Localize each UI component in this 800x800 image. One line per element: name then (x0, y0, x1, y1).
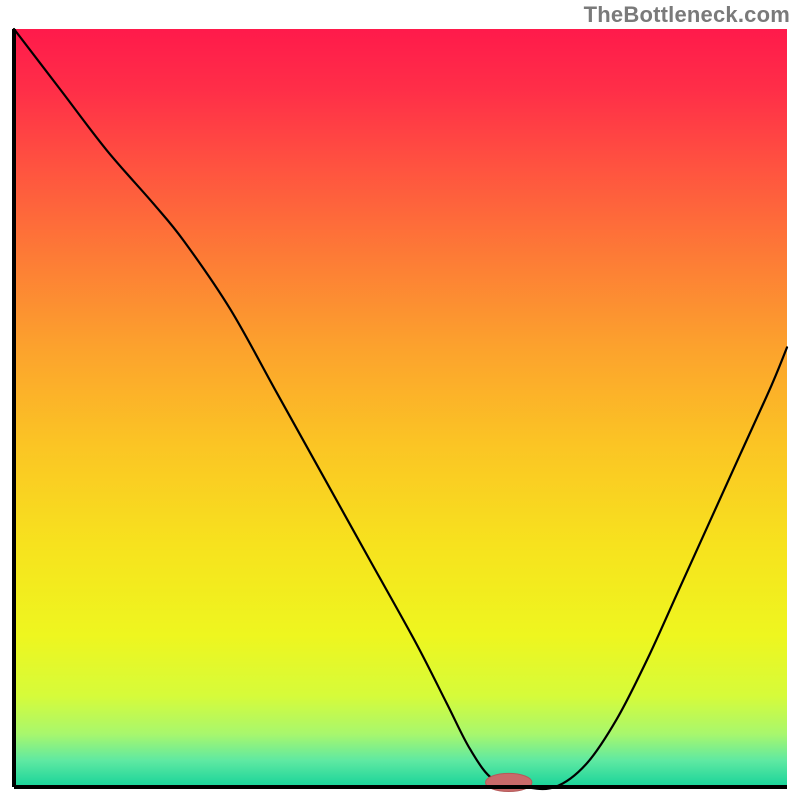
bottleneck-chart (0, 0, 800, 800)
plot-background (14, 29, 787, 787)
watermark-text: TheBottleneck.com (584, 2, 790, 28)
chart-container: TheBottleneck.com (0, 0, 800, 800)
